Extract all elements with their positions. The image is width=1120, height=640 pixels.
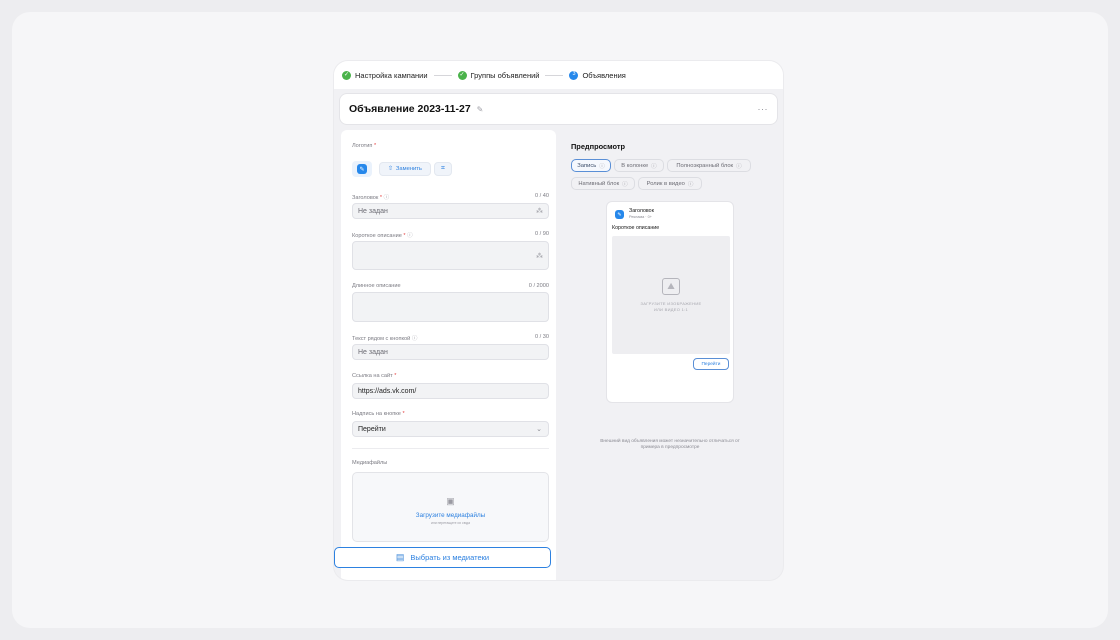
- site-link-input[interactable]: https://ads.vk.com/: [352, 383, 549, 399]
- stepper: ✓ Настройка кампании ✓ Группы объявлений…: [334, 61, 783, 89]
- check-icon: ✓: [342, 70, 351, 80]
- chevron-down-icon: ⌄: [536, 426, 542, 433]
- step-ad-groups[interactable]: ✓ Группы объявлений: [457, 70, 540, 80]
- tab-native[interactable]: Нативный блок ⓘ: [571, 177, 635, 190]
- divider: [352, 448, 549, 449]
- step-label: Настройка кампании: [355, 70, 428, 80]
- page-title: Объявление 2023-11-27: [349, 103, 471, 115]
- preview-panel: Предпросмотр Запись ⓘ В колонке ⓘ Полноэкр…: [561, 130, 778, 580]
- help-icon: ⓘ: [599, 163, 605, 170]
- help-icon: ⓘ: [383, 195, 390, 201]
- long-description-input[interactable]: [352, 292, 549, 322]
- step-label: Группы объявлений: [470, 70, 540, 80]
- choose-from-library-button[interactable]: ▤ Выбрать из медиатеки: [334, 547, 551, 568]
- media-label: Медиафайлы: [352, 460, 388, 466]
- button-caption-label: Надпись на кнопке *: [352, 411, 405, 417]
- more-icon[interactable]: ···: [758, 104, 769, 114]
- ad-form: Логотип * ✎ ⇧ Заменить ⌗ Заголовок * ⓘ 0…: [341, 130, 556, 580]
- logo-thumbnail[interactable]: ✎: [352, 161, 372, 177]
- image-icon: ▣: [446, 495, 455, 506]
- button-caption-select[interactable]: Перейти ⌄: [352, 421, 549, 437]
- ad-logo-icon: ✎: [615, 210, 624, 219]
- help-icon: ⓘ: [736, 163, 742, 170]
- preview-note: Внешний вид объявления может незначитель…: [600, 439, 740, 451]
- ad-cta-button[interactable]: Перейти: [693, 358, 729, 370]
- step-ads[interactable]: 3 Объявления: [569, 70, 626, 80]
- ad-preview-card: ✎ Заголовок Реклама · 0+ Короткое описан…: [606, 201, 734, 403]
- crop-icon: ⌗: [441, 165, 445, 172]
- button-text-input[interactable]: Не задан: [352, 344, 549, 360]
- media-library-icon: ▤: [395, 552, 405, 562]
- step-label: Объявления: [582, 70, 626, 80]
- step-number-icon: 3: [569, 70, 579, 80]
- media-dropzone[interactable]: ▣ Загрузите медиафайлы или перетащите их…: [352, 472, 549, 542]
- long-description-counter: 0 / 2000: [528, 283, 549, 289]
- site-link-label: Ссылка на сайт *: [352, 373, 397, 379]
- logo-icon: ✎: [357, 164, 367, 174]
- button-text-label: Текст рядом с кнопкой ⓘ: [352, 336, 418, 342]
- ad-meta: Реклама · 0+: [629, 215, 652, 219]
- tab-column[interactable]: В колонке ⓘ: [614, 159, 664, 172]
- crop-button[interactable]: ⌗: [434, 162, 452, 176]
- ad-description: Короткое описание: [612, 225, 660, 231]
- help-icon: ⓘ: [407, 233, 413, 239]
- ad-title-bar: Объявление 2023-11-27 ✎ ···: [339, 93, 778, 125]
- button-text-counter: 0 / 30: [535, 334, 549, 340]
- check-icon: ✓: [457, 70, 467, 80]
- logo-label: Логотип *: [352, 143, 377, 149]
- upload-icon: ⇧: [388, 166, 393, 172]
- ad-editor-window: ✓ Настройка кампании ✓ Группы объявлений…: [334, 61, 783, 580]
- step-separator: [433, 74, 452, 76]
- help-icon: ⓘ: [622, 181, 628, 188]
- help-icon: ⓘ: [411, 336, 418, 342]
- ad-media-placeholder: ⛰ ЗАГРУЗИТЕ ИЗОБРАЖЕНИЕ ИЛИ ВИДЕО 1:1: [612, 236, 730, 354]
- magic-wand-icon[interactable]: ⁂: [536, 207, 543, 215]
- short-description-label: Короткое описание * ⓘ: [352, 233, 413, 239]
- magic-wand-icon[interactable]: ⁂: [536, 252, 543, 260]
- replace-logo-button[interactable]: ⇧ Заменить: [379, 162, 431, 176]
- step-separator: [545, 74, 564, 76]
- help-icon: ⓘ: [651, 163, 657, 170]
- pencil-icon[interactable]: ✎: [477, 105, 484, 114]
- headline-counter: 0 / 40: [535, 193, 549, 199]
- long-description-label: Длинное описание: [352, 283, 401, 289]
- ad-headline: Заголовок: [629, 208, 654, 214]
- tab-fullscreen[interactable]: Полноэкранный блок ⓘ: [667, 159, 751, 172]
- ad-media-hint: ЗАГРУЗИТЕ ИЗОБРАЖЕНИЕ ИЛИ ВИДЕО 1:1: [640, 300, 702, 312]
- upload-media-hint: или перетащите их сюда: [430, 520, 471, 525]
- headline-input[interactable]: Не задан ⁂: [352, 203, 549, 219]
- headline-label: Заголовок * ⓘ: [352, 195, 390, 201]
- upload-media-link[interactable]: Загрузите медиафайлы: [416, 512, 485, 519]
- step-campaign-settings[interactable]: ✓ Настройка кампании: [342, 70, 428, 80]
- image-icon: ⛰: [662, 277, 680, 295]
- tab-post[interactable]: Запись ⓘ: [571, 159, 611, 172]
- tab-video[interactable]: Ролик в видео ⓘ: [638, 177, 702, 190]
- preview-title: Предпросмотр: [571, 142, 625, 151]
- short-description-input[interactable]: ⁂: [352, 241, 549, 270]
- help-icon: ⓘ: [687, 181, 694, 188]
- short-description-counter: 0 / 90: [535, 231, 549, 237]
